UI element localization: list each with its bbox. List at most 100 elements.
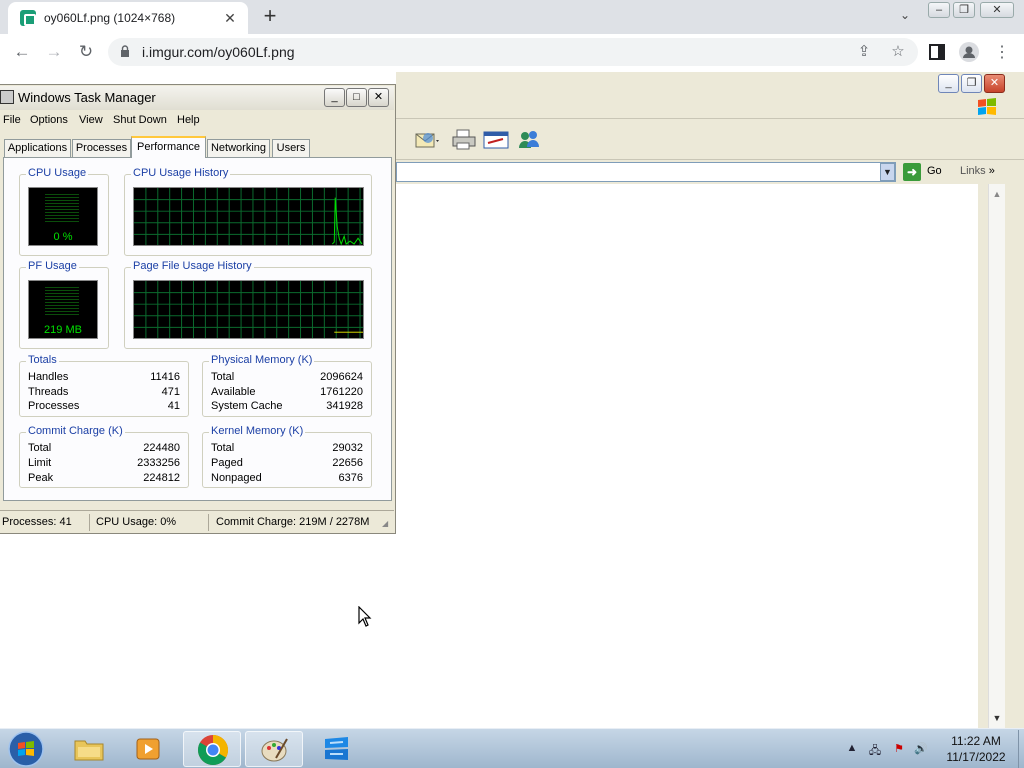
action-center-alert-icon[interactable]: ⚑ xyxy=(892,742,906,756)
pf-history-group: Page File Usage History xyxy=(124,260,372,349)
commit-total-value: 224480 xyxy=(143,442,180,454)
tab-performance[interactable]: Performance xyxy=(131,136,206,158)
go-button[interactable]: ➜ Go xyxy=(903,163,948,181)
taskbar-paint[interactable] xyxy=(245,731,303,767)
processes-value: 41 xyxy=(167,400,180,412)
media-player-icon xyxy=(136,738,160,760)
close-browser-button[interactable]: ✕ xyxy=(980,2,1014,18)
background-close-button[interactable]: ✕ xyxy=(984,74,1005,93)
side-panel-icon[interactable] xyxy=(928,43,946,61)
physical-row-system-cache: System Cache 341928 xyxy=(211,400,363,415)
links-label: Links xyxy=(960,165,986,177)
ie-address-field[interactable] xyxy=(396,162,896,182)
tab-users[interactable]: Users xyxy=(272,139,310,158)
url-text[interactable]: i.imgur.com/oy060Lf.png xyxy=(142,44,295,60)
commit-charge-label: Commit Charge (K) xyxy=(26,425,125,437)
back-button[interactable]: ← xyxy=(10,40,34,64)
share-icon[interactable]: ⇪ xyxy=(854,42,874,62)
tab-search-chevron-icon[interactable]: ⌄ xyxy=(896,8,914,26)
taskbar-explorer[interactable] xyxy=(60,731,118,767)
scroll-up-icon[interactable]: ▲ xyxy=(989,186,1005,202)
pf-usage-meter: 219 MB xyxy=(28,280,98,339)
tab-close-icon[interactable]: ✕ xyxy=(220,8,240,28)
kernel-memory-label: Kernel Memory (K) xyxy=(209,425,306,437)
physical-row-available: Available 1761220 xyxy=(211,386,363,401)
lock-icon[interactable] xyxy=(120,45,130,57)
tab-applications[interactable]: Applications xyxy=(4,139,71,158)
task-manager-icon xyxy=(0,90,14,104)
restore-browser-button[interactable]: ❐ xyxy=(953,2,975,18)
kernel-memory-group: Kernel Memory (K) Total 29032 Paged 22656 … xyxy=(202,425,372,488)
minimize-browser-button[interactable]: – xyxy=(928,2,950,18)
commit-peak-label: Peak xyxy=(28,472,54,484)
start-button-icon[interactable] xyxy=(6,730,46,768)
forward-button[interactable]: → xyxy=(42,40,66,64)
tm-minimize-button[interactable]: _ xyxy=(324,88,345,107)
task-manager-menubar: File Options View Shut Down Help xyxy=(0,111,394,131)
taskbar-remote-desktop[interactable] xyxy=(308,731,366,767)
taskbar-media-player[interactable] xyxy=(120,731,178,767)
menu-help[interactable]: Help xyxy=(177,114,200,126)
handles-value: 11416 xyxy=(150,371,180,383)
show-desktop-button[interactable] xyxy=(1018,730,1024,768)
background-minimize-button[interactable]: _ xyxy=(938,74,959,93)
kernel-paged-label: Paged xyxy=(211,457,243,469)
network-icon[interactable]: 🖧 xyxy=(868,742,882,757)
totals-row-threads: Threads 471 xyxy=(28,386,180,401)
tab-networking[interactable]: Networking xyxy=(207,139,270,158)
clock-date: 11/17/2022 xyxy=(946,750,1006,764)
mail-icon[interactable] xyxy=(414,128,440,152)
commit-charge-group: Commit Charge (K) Total 224480 Limit 23332… xyxy=(19,425,189,488)
messenger-icon[interactable] xyxy=(516,128,542,152)
pf-history-label: Page File Usage History xyxy=(131,260,254,272)
task-manager-tabs: Applications Processes Performance Netwo… xyxy=(0,136,394,158)
cpu-history-graph xyxy=(133,187,364,246)
profile-avatar-icon[interactable] xyxy=(959,42,979,62)
reload-button[interactable]: ↻ xyxy=(74,40,98,64)
windows-logo-icon xyxy=(978,98,996,115)
processes-label: Processes xyxy=(28,400,80,412)
background-menubar xyxy=(396,95,1024,119)
chrome-menu-icon[interactable]: ⋮ xyxy=(994,42,1010,62)
links-button[interactable]: Links » xyxy=(960,165,995,177)
new-tab-button[interactable]: + xyxy=(258,4,282,28)
cpu-meter-bars xyxy=(45,194,79,224)
tab-processes[interactable]: Processes xyxy=(72,139,131,158)
commit-limit-value: 2333256 xyxy=(137,457,180,469)
bookmark-star-icon[interactable]: ☆ xyxy=(888,42,908,62)
kernel-paged-value: 22656 xyxy=(332,457,363,469)
menu-shut-down[interactable]: Shut Down xyxy=(113,114,167,126)
cpu-history-label: CPU Usage History xyxy=(131,167,231,179)
commit-row-limit: Limit 2333256 xyxy=(28,457,180,472)
menu-options[interactable]: Options xyxy=(30,114,68,126)
browser-tab[interactable]: oy060Lf.png (1024×768) ✕ xyxy=(8,2,248,34)
show-hidden-icons-icon[interactable]: ▲ xyxy=(845,742,859,756)
menu-file[interactable]: File xyxy=(3,114,21,126)
system-cache-label: System Cache xyxy=(211,400,283,412)
cpu-usage-meter: 0 % xyxy=(28,187,98,246)
address-dropdown-icon[interactable]: ▼ xyxy=(880,163,895,181)
pf-history-grid xyxy=(134,281,363,338)
handles-label: Handles xyxy=(28,371,69,383)
tm-maximize-button[interactable]: □ xyxy=(346,88,367,107)
system-clock[interactable]: 11:22 AM 11/17/2022 xyxy=(936,733,1016,765)
pf-usage-group: PF Usage 219 MB xyxy=(19,260,109,349)
menu-view[interactable]: View xyxy=(79,114,103,126)
background-restore-button[interactable]: ❐ xyxy=(961,74,982,93)
volume-icon[interactable]: 🔊 xyxy=(914,742,928,756)
physical-memory-label: Physical Memory (K) xyxy=(209,354,315,366)
background-scrollbar[interactable]: ▲ ▼ xyxy=(988,184,1005,728)
physical-available-label: Available xyxy=(211,386,256,398)
pf-history-graph xyxy=(133,280,364,339)
edit-icon[interactable] xyxy=(483,128,509,152)
print-icon[interactable] xyxy=(451,128,477,152)
commit-peak-value: 224812 xyxy=(143,472,180,484)
scroll-down-icon[interactable]: ▼ xyxy=(989,710,1005,726)
tm-close-button[interactable]: ✕ xyxy=(368,88,389,107)
physical-memory-group: Physical Memory (K) Total 2096624 Availab… xyxy=(202,354,372,417)
address-bar[interactable]: i.imgur.com/oy060Lf.png ⇪ ☆ xyxy=(108,38,918,66)
resize-grip-icon[interactable]: ◢ xyxy=(382,519,388,528)
kernel-row-nonpaged: Nonpaged 6376 xyxy=(211,472,363,487)
taskbar-chrome[interactable] xyxy=(183,731,241,767)
chevron-right-icon: » xyxy=(988,165,995,177)
